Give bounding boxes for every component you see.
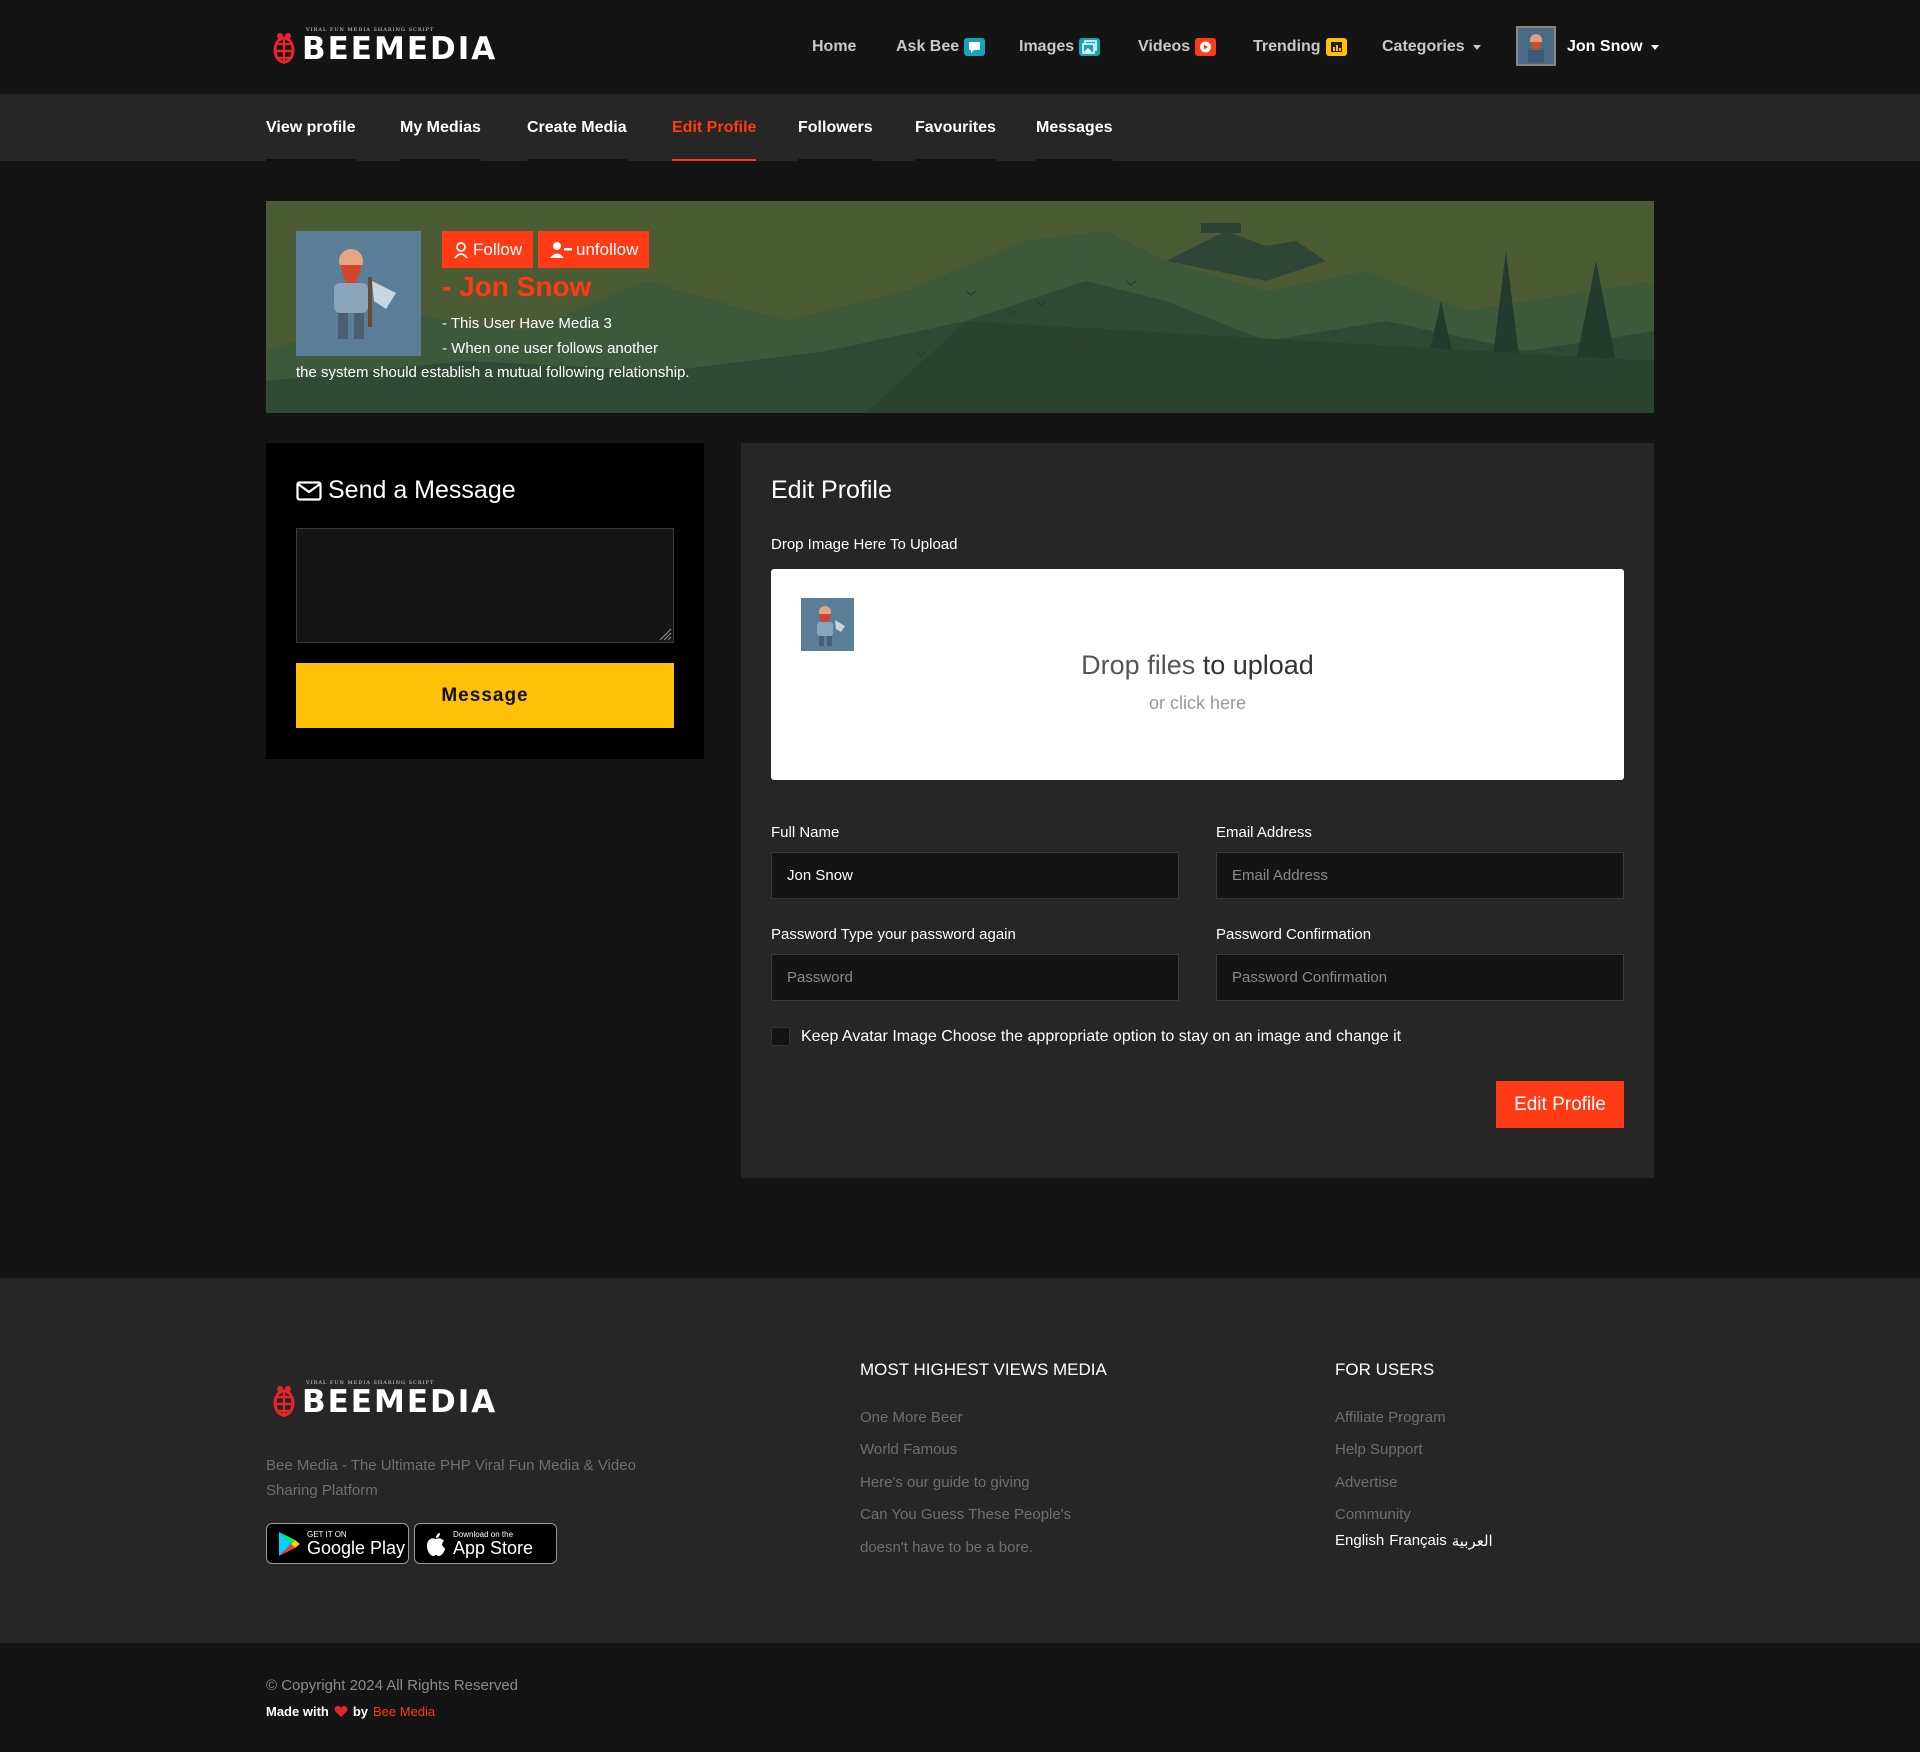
copyright-text: © Copyright 2024 All Rights Reserved xyxy=(266,1677,519,1694)
nav-trending[interactable]: Trending xyxy=(1253,38,1347,56)
keep-avatar-label: Keep Avatar Image Choose the appropriate… xyxy=(801,1028,1402,1045)
profile-note-cont: the system should establish a mutual fol… xyxy=(296,364,690,381)
caret-down-icon xyxy=(1650,44,1659,50)
footer-brand-name: BEEMEDIA xyxy=(302,1384,498,1420)
footer-brand-tagline: VIRAL FUN MEDIA SHARING SCRIPT xyxy=(306,1380,435,1386)
apple-icon xyxy=(427,1532,445,1556)
send-message-title: Send a Message xyxy=(296,476,516,505)
google-play-badge[interactable]: GET IT ON Google Play xyxy=(266,1523,409,1564)
app-store-badge[interactable]: Download on the App Store xyxy=(414,1523,557,1564)
tab-create-media[interactable]: Create Media xyxy=(527,94,627,161)
bee-logo-icon xyxy=(273,1386,295,1417)
footer-logo[interactable]: VIRAL FUN MEDIA SHARING SCRIPT BEEMEDIA xyxy=(270,1380,497,1422)
footer-link-advertise[interactable]: Advertise xyxy=(1335,1474,1398,1491)
nav-ask-bee[interactable]: Ask Bee xyxy=(896,38,986,56)
message-textarea[interactable] xyxy=(296,528,674,643)
lang-arabic[interactable]: العربية xyxy=(1452,1532,1493,1550)
resize-handle-icon[interactable] xyxy=(658,627,672,641)
footer-col-most-viewed-title: MOST HIGHEST VIEWS MEDIA xyxy=(860,1360,1107,1379)
footer-col-for-users-title: FOR USERS xyxy=(1335,1360,1435,1379)
password-label: Password Type your password again xyxy=(771,926,1016,943)
full-name-input[interactable]: Jon Snow xyxy=(771,852,1179,899)
google-play-icon xyxy=(279,1531,300,1556)
follow-button[interactable]: Follow xyxy=(442,231,534,268)
tab-followers[interactable]: Followers xyxy=(798,94,873,161)
footer-link-community[interactable]: Community xyxy=(1335,1506,1411,1523)
tab-my-medias[interactable]: My Medias xyxy=(400,94,481,161)
footer: VIRAL FUN MEDIA SHARING SCRIPT BEEMEDIA … xyxy=(0,1278,1920,1643)
footer-link[interactable]: Here's our guide to giving xyxy=(860,1474,1030,1491)
drop-image-label: Drop Image Here To Upload xyxy=(771,536,958,553)
tab-view-profile[interactable]: View profile xyxy=(266,94,356,161)
full-name-label: Full Name xyxy=(771,824,840,841)
envelope-icon xyxy=(296,480,322,501)
trending-icon xyxy=(1325,38,1347,56)
password-confirmation-label: Password Confirmation xyxy=(1216,926,1372,943)
nav-images[interactable]: Images xyxy=(1019,38,1101,56)
footer-link-affiliate[interactable]: Affiliate Program xyxy=(1335,1409,1446,1426)
nav-categories-dropdown[interactable]: Categories xyxy=(1382,38,1481,56)
nav-home[interactable]: Home xyxy=(812,38,856,56)
unfollow-button[interactable]: unfollow xyxy=(538,231,650,268)
bee-logo-icon xyxy=(273,33,295,64)
dropzone-message: Drop files to upload xyxy=(1081,650,1314,680)
footer-link[interactable]: One More Beer xyxy=(860,1409,963,1426)
user-avatar[interactable] xyxy=(1516,26,1556,66)
email-label: Email Address xyxy=(1216,824,1312,841)
heart-icon xyxy=(334,1706,348,1717)
dropzone-subtext: or click here xyxy=(1148,693,1247,713)
images-icon xyxy=(1079,38,1101,56)
tab-favourites[interactable]: Favourites xyxy=(915,94,996,161)
top-navbar: VIRAL FUN MEDIA SHARING SCRIPT BEEMEDIA … xyxy=(0,0,1920,94)
footer-link[interactable]: doesn't have to be a bore. xyxy=(860,1539,1033,1556)
email-input[interactable]: Email Address xyxy=(1216,852,1624,899)
caret-down-icon xyxy=(1472,44,1481,50)
language-switcher: English Français العربية xyxy=(1335,1532,1493,1550)
play-icon xyxy=(1195,38,1217,56)
image-dropzone[interactable]: Drop files to upload or click here xyxy=(771,569,1624,780)
footer-link-help[interactable]: Help Support xyxy=(1335,1441,1423,1458)
chat-icon xyxy=(964,38,986,56)
footer-description: Bee Media - The Ultimate PHP Viral Fun M… xyxy=(266,1457,636,1499)
profile-name: - Jon Snow xyxy=(442,271,592,302)
profile-note: - When one user follows another xyxy=(442,340,658,357)
send-message-card: Send a Message Message xyxy=(266,443,704,759)
profile-banner: Follow unfollow - Jon Snow - This User H… xyxy=(266,201,1654,413)
password-confirmation-input[interactable]: Password Confirmation xyxy=(1216,954,1624,1001)
nav-videos[interactable]: Videos xyxy=(1138,38,1217,56)
tab-edit-profile[interactable]: Edit Profile xyxy=(672,94,757,161)
profile-media-count: - This User Have Media 3 xyxy=(442,315,612,332)
copyright-bar: © Copyright 2024 All Rights Reserved Mad… xyxy=(0,1643,1920,1752)
message-button[interactable]: Message xyxy=(296,663,674,728)
profile-tabs: View profile My Medias Create Media Edit… xyxy=(0,94,1920,161)
made-with: Made with by Bee Media xyxy=(266,1704,436,1719)
edit-profile-card: Edit Profile Drop Image Here To Upload D… xyxy=(741,443,1654,1178)
brand-name: BEEMEDIA xyxy=(302,31,498,67)
footer-link[interactable]: World Famous xyxy=(860,1441,957,1458)
brand-tagline: VIRAL FUN MEDIA SHARING SCRIPT xyxy=(306,27,435,33)
user-minus-icon xyxy=(550,241,572,258)
brand-logo[interactable]: VIRAL FUN MEDIA SHARING SCRIPT BEEMEDIA xyxy=(270,27,497,69)
edit-profile-title: Edit Profile xyxy=(771,476,892,504)
edit-profile-submit-button[interactable]: Edit Profile xyxy=(1496,1081,1624,1128)
footer-link[interactable]: Can You Guess These People's xyxy=(860,1506,1071,1523)
current-avatar-thumbnail xyxy=(801,598,854,651)
password-input[interactable]: Password xyxy=(771,954,1179,1001)
profile-avatar xyxy=(296,231,421,356)
lang-english[interactable]: English xyxy=(1335,1532,1384,1550)
user-icon xyxy=(454,241,468,259)
bee-media-link[interactable]: Bee Media xyxy=(373,1704,435,1719)
lang-french[interactable]: Français xyxy=(1389,1532,1447,1550)
user-menu-dropdown[interactable]: Jon Snow xyxy=(1567,38,1659,56)
keep-avatar-checkbox[interactable] xyxy=(771,1027,790,1046)
tab-messages[interactable]: Messages xyxy=(1036,94,1113,161)
